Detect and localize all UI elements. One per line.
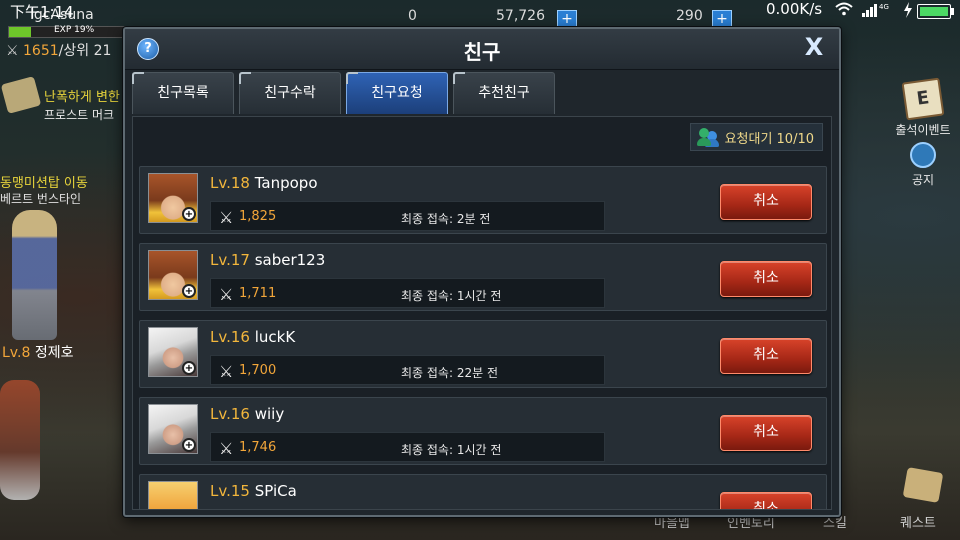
friend-stats: ⚔ 1,700 최종 접속: 22분 전 <box>210 355 605 385</box>
list-item: + Lv.16 luckK ⚔ 1,700 최종 접속: 22분 전 취소 <box>139 320 827 388</box>
magnifier-icon: + <box>182 361 196 375</box>
crossed-swords-icon: ⚔ <box>219 285 234 304</box>
npc-label: Lv.8 정제호 <box>2 342 73 362</box>
magnifier-icon: + <box>182 207 196 221</box>
avatar[interactable] <box>148 481 198 509</box>
friend-name-line: Lv.17 saber123 <box>210 251 325 269</box>
cancel-request-button[interactable]: 취소 <box>720 261 812 297</box>
dialog-title: 친구 <box>463 40 501 64</box>
tab-friend-list[interactable]: 친구목록 <box>132 72 234 114</box>
friend-name-line: Lv.18 Tanpopo <box>210 174 318 192</box>
friend-level: Lv.17 <box>210 251 250 269</box>
close-button[interactable]: X <box>801 33 827 61</box>
avatar[interactable]: + <box>148 327 198 377</box>
last-login: 최종 접속: 1시간 전 <box>401 289 502 303</box>
pending-requests-label: 요청대기 10/10 <box>724 131 814 147</box>
combat-power: 1,746 <box>239 440 277 455</box>
last-login: 최종 접속: 2분 전 <box>401 212 491 226</box>
npc-name: 정제호 <box>34 345 74 361</box>
cancel-request-button[interactable]: 취소 <box>720 492 812 509</box>
attendance-event-label: 출석이벤트 <box>895 123 951 137</box>
crossed-swords-icon: ⚔ <box>219 362 234 381</box>
crossed-swords-icon: ⚔ <box>219 439 234 458</box>
tab-recommended-friends[interactable]: 추천친구 <box>453 72 555 114</box>
combat-power: 1,825 <box>239 209 277 224</box>
calendar-scroll-icon: E <box>901 77 945 121</box>
friend-stats: ⚔ 1,825 최종 접속: 2분 전 <box>210 201 605 231</box>
status-bar: 下午1:14 0.00K/s 4G <box>0 0 960 22</box>
attendance-event-button[interactable]: E 출석이벤트 <box>886 77 960 138</box>
combat-power: 1651 <box>23 43 59 59</box>
notice-label: 공지 <box>911 173 935 187</box>
cancel-request-button[interactable]: 취소 <box>720 415 812 451</box>
friend-name-line: Lv.16 wiiy <box>210 405 284 423</box>
friend-level: Lv.15 <box>210 482 250 500</box>
cancel-request-button[interactable]: 취소 <box>720 184 812 220</box>
quest-button[interactable] <box>893 467 953 503</box>
friend-name-line: Lv.15 SPiCa <box>210 482 297 500</box>
last-login: 최종 접속: 1시간 전 <box>401 443 502 457</box>
notice-icon <box>910 142 936 168</box>
friend-name: SPiCa <box>254 482 297 500</box>
friend-name: Tanpopo <box>254 174 318 192</box>
charging-icon <box>903 2 913 22</box>
list-item: + Lv.16 wiiy ⚔ 1,746 최종 접속: 1시간 전 취소 <box>139 397 827 465</box>
notice-button[interactable]: 공지 <box>886 142 960 188</box>
tab-friend-accept[interactable]: 친구수락 <box>239 72 341 114</box>
magnifier-icon: + <box>182 438 196 452</box>
friend-stats: ⚔ 1,711 최종 접속: 1시간 전 <box>210 278 605 308</box>
guild-mission-subtitle: 베르트 번스타인 <box>0 192 82 206</box>
avatar[interactable]: + <box>148 173 198 223</box>
network-speed: 0.00K/s <box>766 0 823 18</box>
friends-icon <box>696 127 719 147</box>
battery-icon <box>917 4 954 19</box>
combat-rank: ⚔ 1651/상위 21 <box>6 40 111 60</box>
list-item: + Lv.18 Tanpopo ⚔ 1,825 최종 접속: 2분 전 취소 <box>139 166 827 234</box>
last-login: 최종 접속: 22분 전 <box>401 366 498 380</box>
event-title[interactable]: 난폭하게 변한 <box>44 86 120 105</box>
avatar[interactable]: + <box>148 250 198 300</box>
pending-requests-badge: 요청대기 10/10 <box>689 123 823 151</box>
rank-text: /상위 21 <box>58 43 112 59</box>
combat-power: 1,711 <box>239 286 277 301</box>
bottom-menu-quest[interactable]: 퀘스트 <box>900 512 936 531</box>
npc-level: Lv.8 <box>2 345 31 361</box>
dialog-header: ? 친구 X <box>125 29 839 70</box>
friend-stats: ⚔ 1,746 최종 접속: 1시간 전 <box>210 432 605 462</box>
tab-friend-request[interactable]: 친구요청 <box>346 72 448 114</box>
event-subtitle: 프로스트 머크 <box>44 108 115 122</box>
list-item: + Lv.17 saber123 ⚔ 1,711 최종 접속: 1시간 전 취소 <box>139 243 827 311</box>
avatar[interactable]: + <box>148 404 198 454</box>
guild-mission-title[interactable]: 동맹미션탑 이동 <box>0 172 88 191</box>
exp-label: EXP 19% <box>54 25 95 35</box>
friend-name: saber123 <box>254 251 326 269</box>
friend-name-line: Lv.16 luckK <box>210 328 295 346</box>
list-item: Lv.15 SPiCa 취소 <box>139 474 827 509</box>
svg-text:4G: 4G <box>879 3 889 11</box>
quest-scroll-icon[interactable] <box>0 76 42 114</box>
friend-name: wiiy <box>254 405 285 423</box>
sword-icon: ⚔ <box>6 43 19 59</box>
combat-power: 1,700 <box>239 363 277 378</box>
player-character <box>0 380 40 500</box>
crossed-swords-icon: ⚔ <box>219 208 234 227</box>
friends-dialog: ? 친구 X 친구목록 친구수락 친구요청 추천친구 요청대기 10/10 + … <box>123 27 841 517</box>
friend-level: Lv.18 <box>210 174 250 192</box>
npc-character[interactable] <box>12 210 57 340</box>
signal-4g-icon: 4G <box>862 2 892 22</box>
status-time: 下午1:14 <box>10 3 74 21</box>
wifi-icon <box>835 2 853 20</box>
quest-icon <box>902 467 944 503</box>
tab-bar: 친구목록 친구수락 친구요청 추천친구 <box>132 72 832 116</box>
cancel-request-button[interactable]: 취소 <box>720 338 812 374</box>
friend-level: Lv.16 <box>210 328 250 346</box>
request-list-panel: 요청대기 10/10 + Lv.18 Tanpopo ⚔ 1,825 최종 접속… <box>132 116 832 510</box>
friend-level: Lv.16 <box>210 405 250 423</box>
magnifier-icon: + <box>182 284 196 298</box>
friend-name: luckK <box>254 328 296 346</box>
